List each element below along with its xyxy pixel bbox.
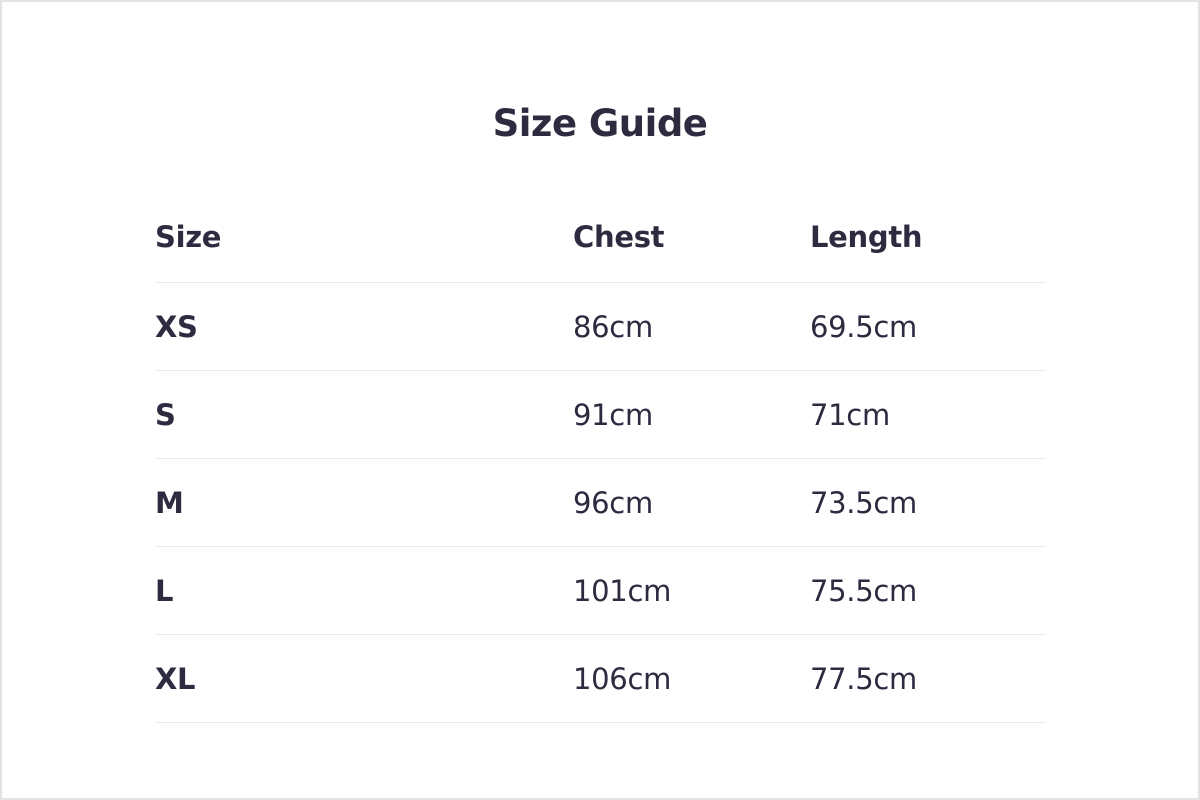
size-guide-panel: Size Guide Size Chest Length XS 86cm 69.… [0,0,1200,800]
size-cell: L [155,546,573,635]
size-cell: M [155,458,573,547]
length-cell: 73.5cm [810,458,1046,547]
table-row: S 91cm 71cm [155,370,1046,459]
size-cell: XL [155,634,573,723]
column-header-chest: Chest [573,192,810,283]
length-cell: 75.5cm [810,546,1046,635]
header-row: Size Chest Length [155,192,1046,283]
table-body: XS 86cm 69.5cm S 91cm 71cm M 96cm 73.5cm… [155,282,1046,723]
size-table: Size Chest Length XS 86cm 69.5cm S 91cm … [155,192,1046,723]
table-row: XS 86cm 69.5cm [155,282,1046,371]
column-header-size: Size [155,192,573,283]
chest-cell: 86cm [573,282,810,371]
length-cell: 69.5cm [810,282,1046,371]
chest-cell: 96cm [573,458,810,547]
page-title: Size Guide [492,102,708,145]
size-cell: S [155,370,573,459]
table-header: Size Chest Length [155,192,1046,283]
table-row: XL 106cm 77.5cm [155,634,1046,723]
column-header-length: Length [810,192,1046,283]
chest-cell: 106cm [573,634,810,723]
length-cell: 77.5cm [810,634,1046,723]
chest-cell: 91cm [573,370,810,459]
size-cell: XS [155,282,573,371]
table-row: L 101cm 75.5cm [155,546,1046,635]
chest-cell: 101cm [573,546,810,635]
table-row: M 96cm 73.5cm [155,458,1046,547]
length-cell: 71cm [810,370,1046,459]
